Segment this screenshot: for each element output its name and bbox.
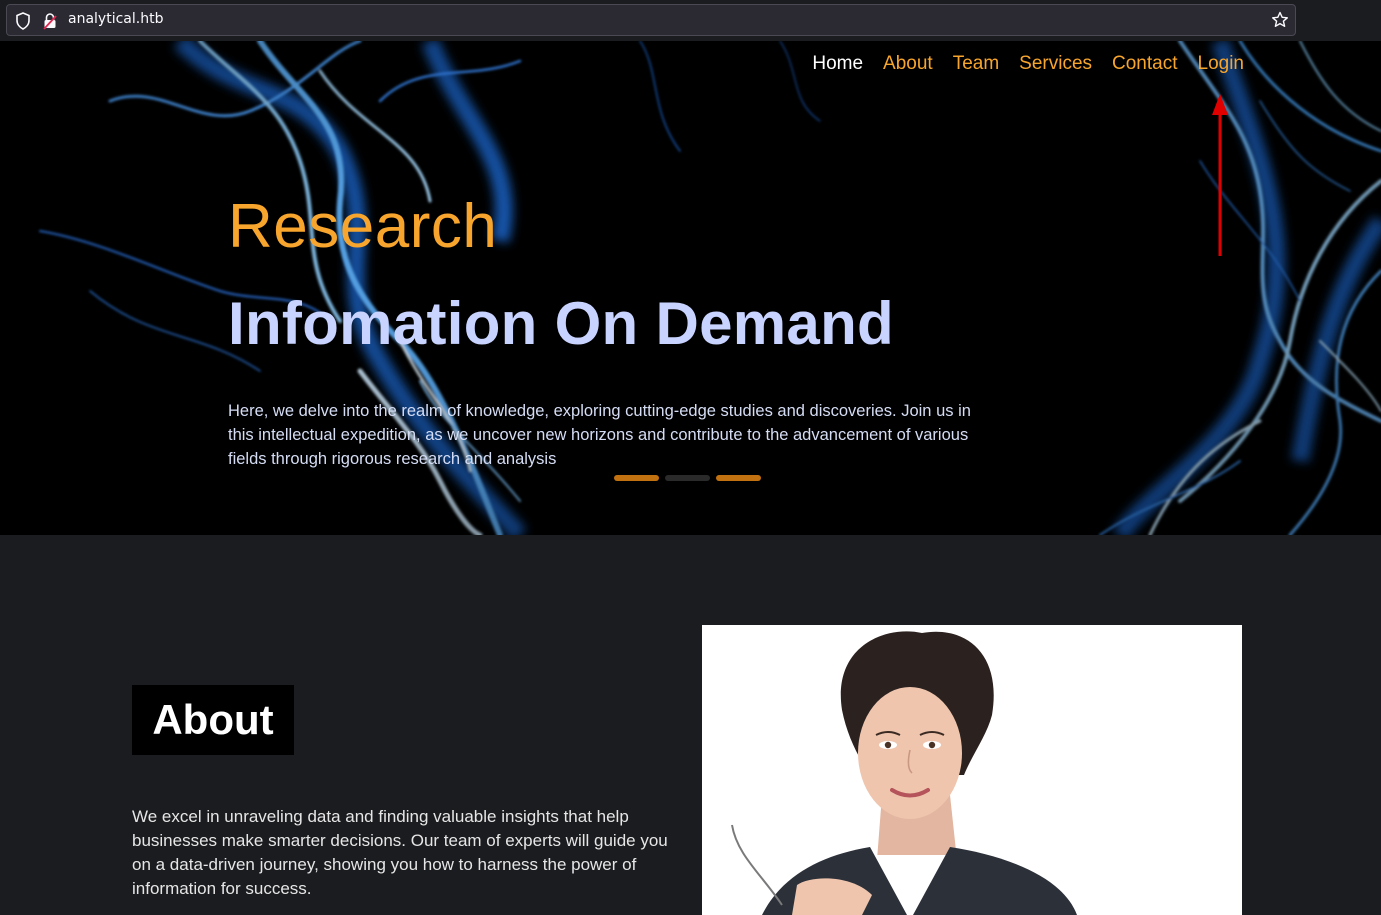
browser-toolbar: analytical.htb [0,0,1381,41]
nav-services-link[interactable]: Services [1019,53,1092,75]
businesswoman-portrait-image [702,625,1242,915]
about-section: About We excel in unraveling data and fi… [0,535,1381,915]
bookmark-star-icon[interactable] [1271,11,1289,29]
hero-headline: Infomation On Demand [228,290,894,357]
nav-home-link[interactable]: Home [812,53,863,75]
url-text[interactable]: analytical.htb [68,11,163,27]
nav-about-link[interactable]: About [883,53,933,75]
hero-kicker: Research [228,192,498,261]
carousel-indicators [614,475,761,481]
main-navigation: Home About Team Services Contact Login [792,53,1244,75]
carousel-indicator-3[interactable] [716,475,761,481]
nav-login-link[interactable]: Login [1198,53,1245,75]
hero-description: Here, we delve into the realm of knowled… [228,402,971,468]
nav-contact-link[interactable]: Contact [1112,53,1177,75]
hero-section: Home About Team Services Contact Login R… [0,41,1381,535]
carousel-indicator-1[interactable] [614,475,659,481]
carousel-indicator-2[interactable] [665,475,710,481]
about-heading: About [132,685,294,755]
nav-team-link[interactable]: Team [953,53,999,75]
shield-icon[interactable] [15,12,31,30]
toolbar-spacer [1296,0,1381,41]
about-description: We excel in unraveling data and finding … [132,807,668,898]
about-image [702,625,1242,915]
lock-icon[interactable] [43,12,57,30]
address-bar[interactable]: analytical.htb [6,4,1296,36]
